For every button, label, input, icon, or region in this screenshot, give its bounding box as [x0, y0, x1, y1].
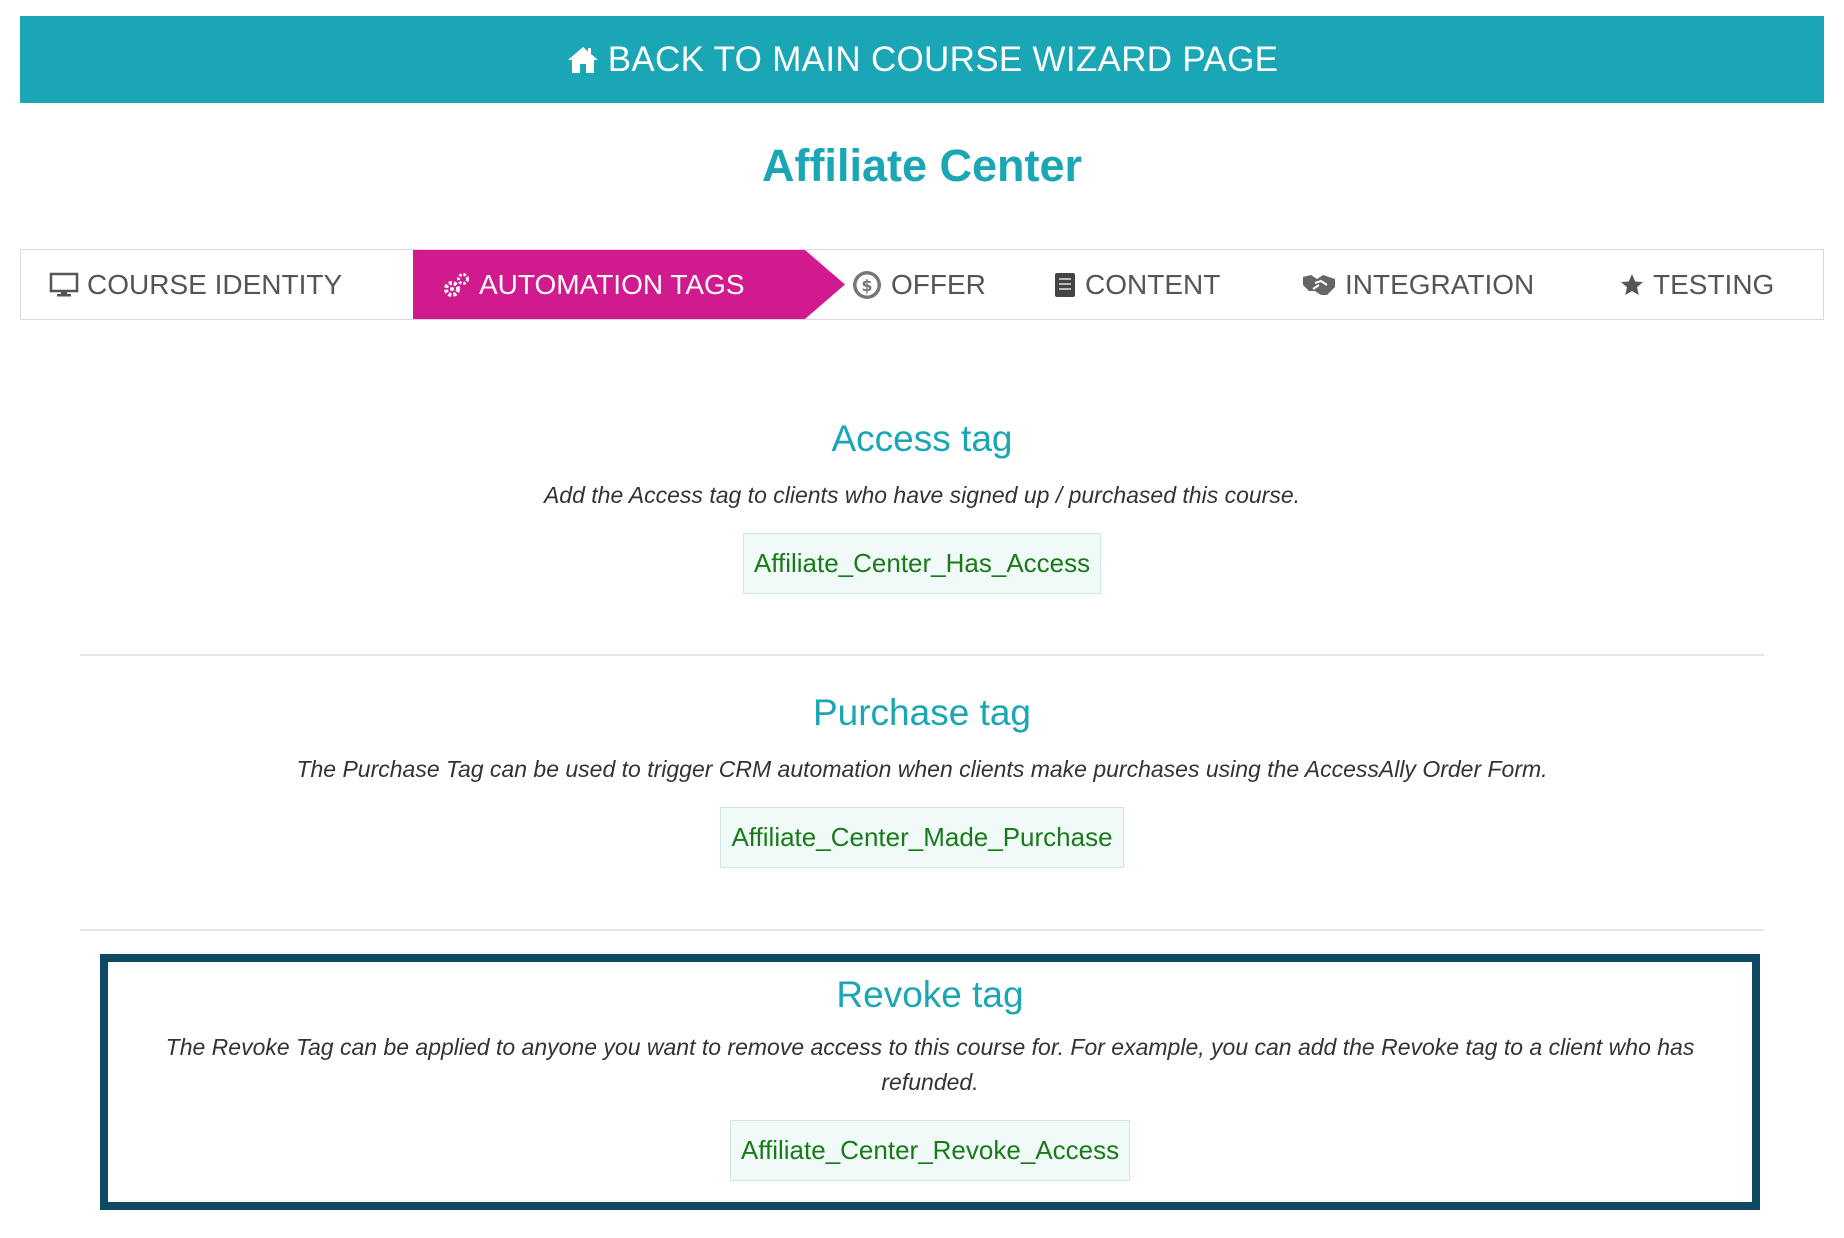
star-icon — [1619, 272, 1645, 298]
access-tag-section: Access tag Add the Access tag to clients… — [0, 418, 1844, 594]
revoke-tag-value[interactable]: Affiliate_Center_Revoke_Access — [729, 1120, 1131, 1181]
home-icon — [566, 44, 600, 76]
svg-text:$: $ — [861, 276, 872, 295]
purchase-tag-section: Purchase tag The Purchase Tag can be use… — [0, 692, 1844, 868]
wizard-tabs: COURSE IDENTITY AUTOMATION TAGS $ OFFER … — [20, 249, 1824, 320]
access-tag-heading: Access tag — [831, 418, 1013, 459]
back-to-wizard-label: BACK TO MAIN COURSE WIZARD PAGE — [607, 39, 1279, 79]
tab-label: INTEGRATION — [1345, 268, 1535, 300]
revoke-tag-description: The Revoke Tag can be applied to anyone … — [165, 1034, 1695, 1095]
purchase-tag-description: The Purchase Tag can be used to trigger … — [296, 756, 1548, 782]
tab-course-identity[interactable]: COURSE IDENTITY — [49, 250, 342, 319]
tab-label: OFFER — [891, 268, 986, 300]
access-tag-value[interactable]: Affiliate_Center_Has_Access — [742, 533, 1102, 594]
revoke-tag-heading: Revoke tag — [836, 974, 1024, 1015]
section-divider — [80, 654, 1764, 656]
tab-label: CONTENT — [1085, 268, 1221, 300]
purchase-tag-value[interactable]: Affiliate_Center_Made_Purchase — [720, 807, 1124, 868]
tab-integration[interactable]: INTEGRATION — [1301, 250, 1534, 319]
page-title: Affiliate Center — [761, 140, 1083, 191]
section-divider — [80, 929, 1764, 931]
tab-offer[interactable]: $ OFFER — [851, 250, 986, 319]
purchase-tag-heading: Purchase tag — [812, 692, 1032, 733]
tab-testing[interactable]: TESTING — [1619, 250, 1774, 319]
handshake-icon — [1301, 271, 1337, 299]
monitor-icon — [49, 272, 79, 298]
back-to-wizard-button[interactable]: BACK TO MAIN COURSE WIZARD PAGE — [20, 16, 1824, 103]
tab-content[interactable]: CONTENT — [1053, 250, 1220, 319]
tab-automation-tags[interactable]: AUTOMATION TAGS — [413, 250, 845, 319]
revoke-tag-section: Revoke tag The Revoke Tag can be applied… — [100, 954, 1760, 1210]
book-icon — [1053, 271, 1077, 299]
tab-label: TESTING — [1653, 268, 1775, 300]
dollar-circle-icon: $ — [851, 269, 883, 301]
gears-icon — [443, 272, 471, 298]
access-tag-description: Add the Access tag to clients who have s… — [543, 482, 1301, 508]
tab-label: COURSE IDENTITY — [87, 268, 343, 300]
tab-label: AUTOMATION TAGS — [479, 268, 745, 300]
